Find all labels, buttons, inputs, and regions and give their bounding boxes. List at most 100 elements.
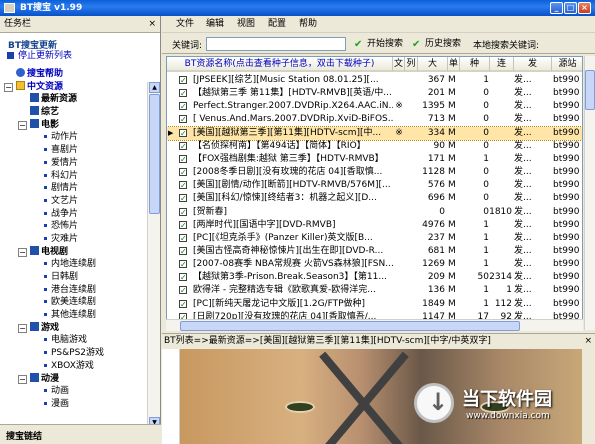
stop-update-link[interactable]: 停止更新列表: [0, 49, 160, 63]
tree-item[interactable]: 内地连续剧: [2, 258, 146, 271]
menu-view[interactable]: 视图: [237, 18, 255, 31]
keyword-input[interactable]: [206, 37, 346, 51]
table-row[interactable]: [PC][新纯天屠龙记中文版][1.2G/FTP做种] 1849M 1 112发...…: [167, 298, 582, 311]
resource-size: 237: [427, 232, 445, 243]
table-row[interactable]: [2008冬季日剧][没有玫瑰的花店 04][香取慎... 1128M 0 发... b…: [167, 166, 582, 179]
tree-item[interactable]: 综艺: [2, 106, 146, 119]
task-pane-close-icon[interactable]: ×: [148, 16, 156, 33]
collapse-toggle-icon[interactable]: −: [18, 323, 27, 333]
tree-item[interactable]: 文艺片: [2, 195, 146, 208]
table-row[interactable]: [美国][科幻/惊悚][终结者3：机器之起义][D... 696M 0 发... bt9…: [167, 192, 582, 205]
table-row[interactable]: 【名侦探柯南】【第494话】【简体】【RIO】 90M 0 发... bt990: [167, 140, 582, 153]
seed-count: 1: [483, 75, 489, 85]
table-row[interactable]: ▶ [美国][越狱第三季][第11集][HDTV-scm][中... ※ 334M 0 发…: [167, 125, 582, 141]
tree-item[interactable]: PS&PS2游戏: [2, 347, 146, 360]
table-row[interactable]: [PC][《坦克杀手》(Panzer Killer)英文版[B... 237M 1 发…: [167, 232, 582, 245]
column-header-seeds[interactable]: 种: [460, 57, 490, 72]
tree-item[interactable]: 动作片: [2, 131, 146, 144]
table-row[interactable]: [美国古怪高奇神秘惊悚片][出生在即][DVD-R... 681M 1 发... bt9…: [167, 245, 582, 258]
minimize-button[interactable]: _: [550, 2, 563, 14]
menu-help[interactable]: 帮助: [299, 18, 317, 31]
collapse-toggle-icon[interactable]: −: [18, 120, 27, 130]
tree-item[interactable]: 最新资源: [2, 93, 146, 106]
list-flag: [405, 140, 416, 153]
tree-item[interactable]: 恐怖片: [2, 220, 146, 233]
column-header-links[interactable]: 连: [490, 57, 514, 72]
scrollbar-thumb[interactable]: [149, 94, 160, 214]
source-site: bt990: [553, 285, 580, 296]
table-row[interactable]: [JPSEEK][综艺][Music Station 08.01.25][...…: [167, 74, 582, 87]
maximize-button[interactable]: □: [564, 2, 577, 14]
menu-edit[interactable]: 编辑: [206, 18, 224, 31]
tree-item-label: 灾难片: [51, 233, 79, 244]
text-flag: [393, 271, 405, 284]
collapse-toggle-icon[interactable]: −: [18, 247, 27, 257]
column-header-text[interactable]: 文: [393, 57, 405, 72]
preview-close-icon[interactable]: ×: [584, 334, 592, 347]
results-horizontal-scrollbar[interactable]: [166, 319, 583, 331]
table-row[interactable]: 【越狱第三季 第11集】[HDTV-RMVB][英语/中... 201M 0 发...…: [167, 87, 582, 100]
scrollbar-thumb[interactable]: [585, 70, 595, 110]
collapse-toggle-icon[interactable]: −: [4, 82, 13, 92]
menu-config[interactable]: 配置: [268, 18, 286, 31]
publisher: 发...: [514, 140, 532, 151]
tree-item[interactable]: − 电影: [2, 118, 146, 132]
table-row[interactable]: 欧得洋 - 完整精选专辑《欧歌真爱-欧得洋完...136M11发...bt990: [167, 284, 582, 297]
start-search-button[interactable]: 开始搜索: [354, 38, 403, 51]
check-icon: [179, 206, 187, 219]
table-row[interactable]: [美国][剧情/动作][断箭][HDTV-RMVB/576M][... 576M 0…: [167, 179, 582, 192]
publisher: 发...: [514, 298, 532, 309]
size-unit: M: [448, 232, 456, 243]
column-header-size[interactable]: 大: [418, 57, 448, 72]
row-pointer-icon: ▶: [168, 128, 174, 137]
tree-item[interactable]: 漫画: [2, 398, 146, 411]
tree-item[interactable]: 科幻片: [2, 170, 146, 183]
menu-file[interactable]: 文件: [176, 18, 194, 31]
task-pane: 任务栏 × BT搜宝更新 停止更新列表 搜宝帮助 − 中文资源 最新资源 综艺 − 电影 动作…: [0, 16, 161, 444]
tree-item[interactable]: − 游戏: [2, 321, 146, 335]
close-button[interactable]: ×: [578, 2, 591, 14]
tree-item[interactable]: 电脑游戏: [2, 334, 146, 347]
tree-item[interactable]: 日韩剧: [2, 271, 146, 284]
table-row[interactable]: Perfect.Stranger.2007.DVDRip.X264.AAC.iN…: [167, 100, 582, 113]
local-search-keyword-label[interactable]: 本地搜索关键词:: [473, 38, 539, 51]
text-flag: [393, 245, 405, 258]
tree-item[interactable]: − 动漫: [2, 372, 146, 386]
table-row[interactable]: [2007-08赛季 NBA常规赛 火箭VS森林狼][FSN... 1269M 1 发…: [167, 258, 582, 271]
scrollbar-thumb[interactable]: [180, 321, 520, 331]
column-header-name[interactable]: BT资源名称(点击查看种子信息，双击下载种子): [167, 57, 393, 72]
check-icon: [179, 298, 187, 311]
table-row[interactable]: [贺新春]001810发...bt990: [167, 206, 582, 219]
tree-item[interactable]: − 电视剧: [2, 245, 146, 259]
tree-item[interactable]: 其他连续剧: [2, 309, 146, 322]
tree-item[interactable]: 灾难片: [2, 233, 146, 246]
column-header-source[interactable]: 源站: [552, 57, 582, 72]
publisher: 发...: [514, 245, 532, 256]
book-icon: [30, 245, 39, 255]
links-section[interactable]: 搜宝链结: [0, 424, 161, 444]
tree-item[interactable]: 欧美连续剧: [2, 296, 146, 309]
column-header-list[interactable]: 列: [405, 57, 418, 72]
tree-scrollbar[interactable]: ▲ ▼: [147, 82, 160, 428]
column-header-unit[interactable]: 单: [448, 57, 460, 72]
table-row[interactable]: [ Venus.And.Mars.2007.DVDRip.XviD-BiFOS.…: [167, 113, 582, 126]
table-row[interactable]: 【FOX强档剧集:越狱 第三季】【HDTV-RMVB】 171M 1 发... bt99…: [167, 153, 582, 166]
tree-item[interactable]: 战争片: [2, 208, 146, 221]
tree-item[interactable]: 爱情片: [2, 157, 146, 170]
tree-item[interactable]: 搜宝帮助: [2, 68, 146, 81]
list-flag: [405, 127, 416, 140]
collapse-toggle-icon[interactable]: −: [18, 374, 27, 384]
tree-item[interactable]: 喜剧片: [2, 144, 146, 157]
scroll-up-icon[interactable]: ▲: [149, 82, 160, 93]
tree-item[interactable]: 剧情片: [2, 182, 146, 195]
tree-item[interactable]: − 中文资源: [2, 80, 146, 94]
results-scrollbar[interactable]: [584, 56, 595, 330]
tree-item[interactable]: XBOX游戏: [2, 360, 146, 373]
table-row[interactable]: 【越狱第3季-Prison.Break.Season3】【第11... 209M 5…: [167, 271, 582, 284]
column-header-publish[interactable]: 发: [514, 57, 552, 72]
tree-item[interactable]: 动画: [2, 385, 146, 398]
table-row[interactable]: [两岸时代][国语中字][DVD-RMVB] 4976M 1 发... bt990: [167, 219, 582, 232]
tree-item[interactable]: 港台连续剧: [2, 284, 146, 297]
history-search-button[interactable]: 历史搜索: [412, 38, 461, 51]
resource-name: Perfect.Stranger.2007.DVDRip.X264.AAC.iN…: [193, 101, 393, 112]
